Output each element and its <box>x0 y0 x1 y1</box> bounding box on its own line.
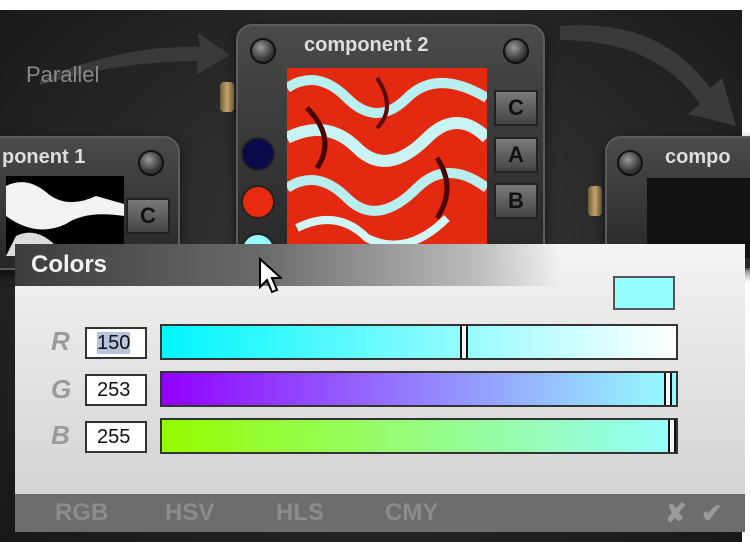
component-1-port-c-button[interactable]: C <box>126 198 170 234</box>
confirm-check-icon[interactable]: ✔ <box>701 498 723 529</box>
dialog-title-bar[interactable]: Colors <box>15 244 560 286</box>
parallel-label: Parallel <box>26 62 100 87</box>
input-connector-icon[interactable] <box>220 82 234 112</box>
channel-label-r: R <box>51 326 70 356</box>
blue-value-input[interactable]: 255 <box>85 421 147 453</box>
cancel-icon[interactable]: ✘ <box>665 498 687 529</box>
blue-slider[interactable] <box>160 418 678 454</box>
color-preview-swatch <box>613 276 675 310</box>
component-2-preview <box>287 68 487 248</box>
channel-label-g: G <box>51 374 72 404</box>
mode-tab-rgb[interactable]: RGB <box>55 499 108 527</box>
input-dot-navy[interactable] <box>241 137 275 171</box>
component-2-knob-left-icon[interactable] <box>250 38 276 64</box>
green-value-input[interactable]: 253 <box>85 374 147 406</box>
channel-label-b: B <box>51 420 70 450</box>
component-3-knob-icon[interactable] <box>617 150 643 176</box>
red-slider[interactable] <box>160 324 678 360</box>
red-value-input[interactable]: 150 <box>85 327 147 359</box>
component-2-title: component 2 <box>304 34 429 56</box>
window-edge <box>0 0 750 10</box>
component-2-port-b-button[interactable]: B <box>494 183 538 219</box>
green-slider-thumb[interactable] <box>664 373 672 405</box>
color-mode-bar: RGB HSV HLS CMY ✘ ✔ <box>15 494 745 532</box>
dialog-title: Colors <box>31 251 108 278</box>
component-1-title: ponent 1 <box>2 146 86 168</box>
input-dot-red[interactable] <box>241 185 275 219</box>
red-value-text: 150 <box>97 332 131 354</box>
mouse-pointer-icon <box>259 257 282 294</box>
blue-slider-thumb[interactable] <box>668 420 676 452</box>
green-slider[interactable] <box>160 371 678 407</box>
colors-dialog[interactable]: Colors R 150 G 253 B 255 RGB HSV HLS CMY… <box>15 244 745 532</box>
component-2-knob-right-icon[interactable] <box>503 38 529 64</box>
flow-arrow-right-icon <box>560 25 736 126</box>
texture-image <box>287 75 487 248</box>
mode-tab-cmy[interactable]: CMY <box>385 499 438 527</box>
mode-tab-hsv[interactable]: HSV <box>165 499 214 527</box>
component-1-knob-icon[interactable] <box>138 150 164 176</box>
component-3-title: compo <box>665 146 731 168</box>
output-connector-icon[interactable] <box>588 186 602 216</box>
component-2-port-a-button[interactable]: A <box>494 137 538 173</box>
component-2-port-c-button[interactable]: C <box>494 90 538 126</box>
red-slider-thumb[interactable] <box>460 326 468 358</box>
mode-tab-hls[interactable]: HLS <box>276 499 324 527</box>
